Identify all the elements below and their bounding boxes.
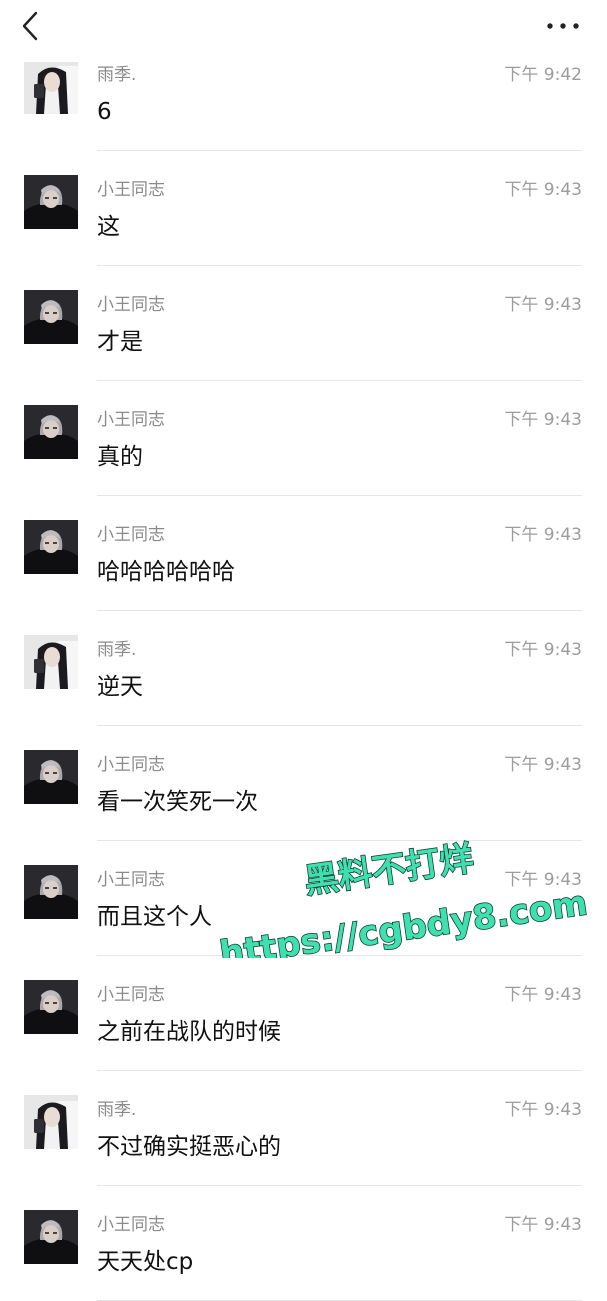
message-time: 下午 9:43	[504, 295, 582, 315]
sender-name: 雨季.	[97, 65, 137, 85]
avatar-image	[24, 175, 78, 229]
avatar-image	[24, 980, 78, 1034]
sender-name: 小王同志	[97, 180, 165, 200]
message-text: 这	[97, 214, 120, 240]
avatar[interactable]	[24, 60, 78, 114]
message-text: 才是	[97, 329, 143, 355]
message-time: 下午 9:43	[504, 525, 582, 545]
sender-name: 小王同志	[97, 1215, 165, 1235]
message-text: 天天处cp	[97, 1249, 194, 1275]
message-text: 逆天	[97, 674, 143, 700]
message-text: 6	[97, 99, 112, 125]
sender-name: 小王同志	[97, 295, 165, 315]
sender-name: 小王同志	[97, 755, 165, 775]
sender-name: 雨季.	[97, 1100, 137, 1120]
avatar[interactable]	[24, 405, 78, 459]
avatar-image	[24, 60, 78, 114]
avatar[interactable]	[24, 750, 78, 804]
message-row[interactable]: 小王同志 下午 9:43 哈哈哈哈哈哈	[0, 496, 607, 611]
message-time: 下午 9:43	[504, 640, 582, 660]
sender-name: 小王同志	[97, 410, 165, 430]
sender-name: 小王同志	[97, 985, 165, 1005]
message-row[interactable]: 小王同志 下午 9:43 而且这个人	[0, 841, 607, 956]
message-text: 看一次笑死一次	[97, 789, 258, 815]
message-row[interactable]: 小王同志 下午 9:43 之前在战队的时候	[0, 956, 607, 1071]
message-text: 之前在战队的时候	[97, 1019, 281, 1045]
avatar-image	[24, 750, 78, 804]
message-time: 下午 9:43	[504, 180, 582, 200]
avatar-image	[24, 520, 78, 574]
message-list: 雨季. 下午 9:42 6 小王同志 下午 9:43 这小王同志 下午 9:43 才是 小王同志…	[0, 36, 607, 1301]
message-time: 下午 9:43	[504, 410, 582, 430]
message-time: 下午 9:42	[504, 65, 582, 85]
message-time: 下午 9:43	[504, 755, 582, 775]
avatar[interactable]	[24, 865, 78, 919]
message-row[interactable]: 小王同志 下午 9:43 才是	[0, 266, 607, 381]
avatar[interactable]	[24, 980, 78, 1034]
message-text: 不过确实挺恶心的	[97, 1134, 281, 1160]
message-text: 哈哈哈哈哈哈	[97, 559, 235, 585]
back-button[interactable]	[14, 8, 50, 44]
message-row[interactable]: 小王同志 下午 9:43 看一次笑死一次	[0, 726, 607, 841]
message-row[interactable]: 小王同志 下午 9:43 真的	[0, 381, 607, 496]
avatar-image	[24, 290, 78, 344]
avatar[interactable]	[24, 520, 78, 574]
avatar-image	[24, 1210, 78, 1264]
avatar-image	[24, 635, 78, 689]
message-row[interactable]: 雨季. 下午 9:43 逆天	[0, 611, 607, 726]
message-time: 下午 9:43	[504, 985, 582, 1005]
message-row[interactable]: 小王同志 下午 9:43 这	[0, 151, 607, 266]
avatar[interactable]	[24, 1095, 78, 1149]
avatar[interactable]	[24, 635, 78, 689]
sender-name: 雨季.	[97, 640, 137, 660]
more-options-button[interactable]	[543, 10, 583, 42]
more-horizontal-icon	[547, 23, 579, 29]
message-row[interactable]: 小王同志 下午 9:43 天天处cp	[0, 1186, 607, 1301]
message-text: 真的	[97, 444, 143, 470]
avatar[interactable]	[24, 290, 78, 344]
top-bar	[0, 0, 607, 62]
message-text: 而且这个人	[97, 904, 212, 930]
message-time: 下午 9:43	[504, 1215, 582, 1235]
chevron-left-icon	[22, 11, 38, 41]
avatar-image	[24, 405, 78, 459]
message-row[interactable]: 雨季. 下午 9:43 不过确实挺恶心的	[0, 1071, 607, 1186]
avatar[interactable]	[24, 175, 78, 229]
avatar[interactable]	[24, 1210, 78, 1264]
sender-name: 小王同志	[97, 870, 165, 890]
avatar-image	[24, 1095, 78, 1149]
avatar-image	[24, 865, 78, 919]
sender-name: 小王同志	[97, 525, 165, 545]
message-time: 下午 9:43	[504, 1100, 582, 1120]
message-time: 下午 9:43	[504, 870, 582, 890]
